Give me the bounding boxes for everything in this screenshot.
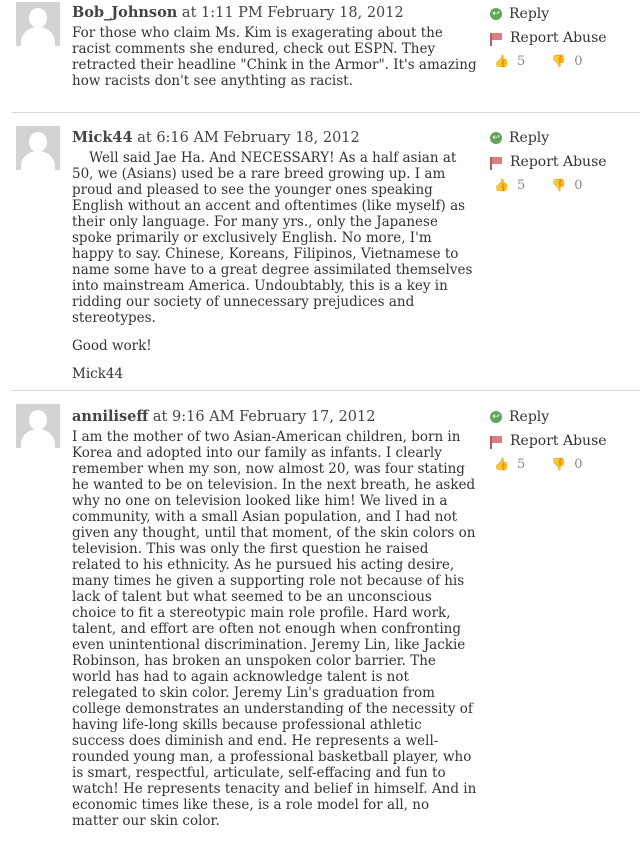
- vote-row: 👍 5 👎 0: [494, 453, 630, 475]
- comment-timestamp: at 9:16 AM February 17, 2012: [152, 409, 376, 425]
- thumbs-down-icon: 👎: [551, 54, 567, 68]
- avatar-body-shape: [21, 27, 55, 46]
- comment-paragraph: Good work!: [72, 338, 152, 354]
- user-avatar[interactable]: [16, 126, 60, 170]
- report-abuse-button[interactable]: Report Abuse: [490, 150, 630, 174]
- thumbs-down-icon: 👎: [551, 457, 567, 471]
- comment-paragraph: I am the mother of two Asian-American ch…: [72, 429, 477, 829]
- comment-header: anniliseff at 9:16 AM February 17, 2012: [72, 408, 477, 426]
- flag-icon: [490, 32, 503, 46]
- comment-body: I am the mother of two Asian-American ch…: [72, 429, 477, 829]
- username-link[interactable]: anniliseff: [72, 408, 148, 425]
- comment-content: Mick44 at 6:16 AM February 18, 2012 Well…: [72, 129, 477, 394]
- flag-icon: [490, 435, 503, 449]
- reply-icon: ↩: [490, 132, 502, 144]
- dislike-count: 0: [574, 456, 583, 472]
- like-button[interactable]: 👍 5: [494, 457, 525, 472]
- comment-body: For those who claim Ms. Kim is exagerati…: [72, 25, 477, 89]
- avatar-head-shape: [29, 132, 47, 152]
- reply-icon: ↩: [490, 411, 502, 423]
- flag-icon: [490, 156, 503, 170]
- reply-label: Reply: [509, 409, 550, 425]
- report-abuse-button[interactable]: Report Abuse: [490, 429, 630, 453]
- username-link[interactable]: Mick44: [72, 129, 133, 146]
- username-link[interactable]: Bob_Johnson: [72, 4, 177, 21]
- comment-header: Bob_Johnson at 1:11 PM February 18, 2012: [72, 4, 477, 22]
- dislike-button[interactable]: 👎 0: [551, 457, 582, 472]
- comment-paragraph: Mick44: [72, 366, 124, 382]
- reply-label: Reply: [509, 130, 550, 146]
- like-count: 5: [516, 456, 526, 472]
- thumbs-up-icon: 👍: [494, 54, 509, 68]
- avatar-body-shape: [21, 151, 55, 170]
- report-label: Report Abuse: [510, 433, 607, 449]
- like-count: 5: [516, 177, 526, 193]
- vote-row: 👍 5 👎 0: [494, 174, 630, 196]
- dislike-count: 0: [574, 53, 583, 69]
- report-abuse-button[interactable]: Report Abuse: [490, 26, 630, 50]
- comment-timestamp: at 6:16 AM February 18, 2012: [137, 130, 360, 146]
- reply-button[interactable]: ↩ Reply: [490, 126, 630, 150]
- like-button[interactable]: 👍 5: [494, 178, 525, 193]
- thumbs-up-icon: 👍: [494, 457, 509, 471]
- report-label: Report Abuse: [510, 30, 607, 46]
- comment-actions: ↩ Reply Report Abuse 👍 5 👎 0: [490, 405, 630, 475]
- reply-icon: ↩: [490, 8, 502, 20]
- comment-paragraph: Well said Jae Ha. And NECESSARY! As a ha…: [72, 150, 477, 326]
- comment-paragraph: For those who claim Ms. Kim is exagerati…: [72, 25, 477, 89]
- comment: Bob_Johnson at 1:11 PM February 18, 2012…: [0, 0, 640, 113]
- reply-button[interactable]: ↩ Reply: [490, 2, 630, 26]
- like-count: 5: [516, 53, 526, 69]
- dislike-button[interactable]: 👎 0: [551, 54, 582, 69]
- comment-body: Well said Jae Ha. And NECESSARY! As a ha…: [72, 150, 477, 382]
- avatar-head-shape: [29, 410, 47, 430]
- user-avatar[interactable]: [16, 404, 60, 448]
- reply-label: Reply: [509, 6, 550, 22]
- comment: anniliseff at 9:16 AM February 17, 2012 …: [0, 391, 640, 829]
- reply-button[interactable]: ↩ Reply: [490, 405, 630, 429]
- comment-header: Mick44 at 6:16 AM February 18, 2012: [72, 129, 477, 147]
- comment-actions: ↩ Reply Report Abuse 👍 5 👎 0: [490, 2, 630, 72]
- comment-content: anniliseff at 9:16 AM February 17, 2012 …: [72, 408, 477, 841]
- dislike-button[interactable]: 👎 0: [551, 178, 582, 193]
- comment-actions: ↩ Reply Report Abuse 👍 5 👎 0: [490, 126, 630, 196]
- like-button[interactable]: 👍 5: [494, 54, 525, 69]
- avatar-head-shape: [29, 8, 47, 28]
- comment: Mick44 at 6:16 AM February 18, 2012 Well…: [0, 113, 640, 391]
- comment-content: Bob_Johnson at 1:11 PM February 18, 2012…: [72, 4, 477, 101]
- user-avatar[interactable]: [16, 2, 60, 46]
- thumbs-down-icon: 👎: [551, 178, 567, 192]
- thumbs-up-icon: 👍: [494, 178, 509, 192]
- vote-row: 👍 5 👎 0: [494, 50, 630, 72]
- comment-timestamp: at 1:11 PM February 18, 2012: [181, 5, 404, 21]
- report-label: Report Abuse: [510, 154, 607, 170]
- avatar-body-shape: [21, 429, 55, 448]
- dislike-count: 0: [574, 177, 583, 193]
